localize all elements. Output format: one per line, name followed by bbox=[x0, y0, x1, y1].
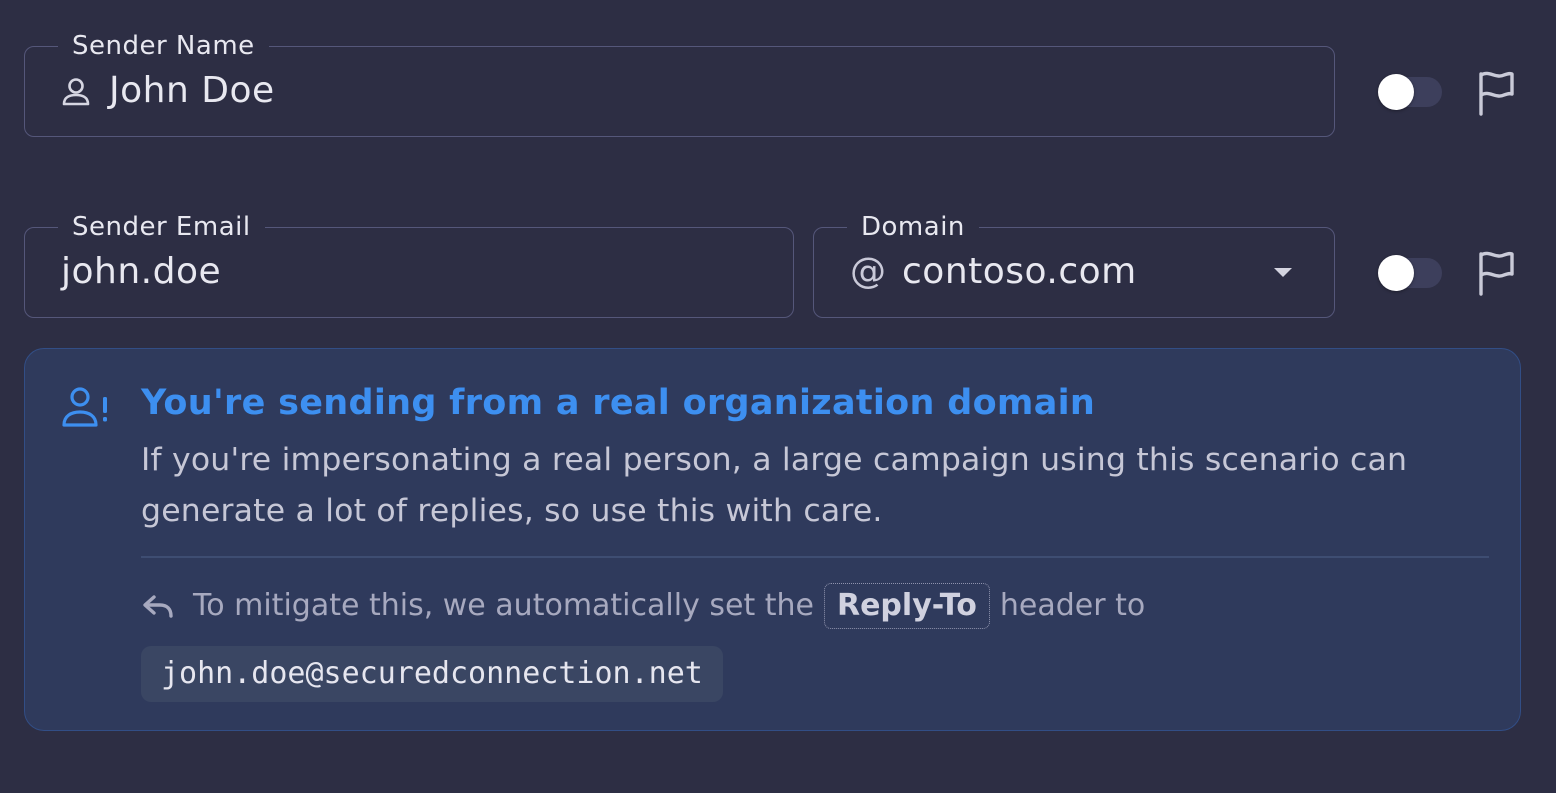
toggle-knob bbox=[1378, 255, 1414, 291]
reply-to-notice: To mitigate this, we automatically set t… bbox=[141, 581, 1145, 631]
domain-label: Domain bbox=[847, 211, 979, 243]
reply-prefix-text: To mitigate this, we automatically set t… bbox=[193, 588, 814, 623]
domain-value: contoso.com bbox=[902, 251, 1137, 292]
person-warning-icon bbox=[62, 387, 107, 427]
sender-settings-panel: Sender Name John Doe Sender Email john.d… bbox=[0, 0, 1556, 793]
reply-to-email: john.doe@securedconnection.net bbox=[141, 646, 723, 702]
flag-icon[interactable] bbox=[1476, 70, 1516, 116]
sender-email-label: Sender Email bbox=[58, 211, 265, 243]
reply-suffix-text: header to bbox=[999, 588, 1146, 623]
chevron-down-icon[interactable] bbox=[1274, 268, 1292, 277]
domain-warning-alert: You're sending from a real organization … bbox=[24, 348, 1521, 731]
sender-name-toggle[interactable] bbox=[1374, 71, 1442, 113]
alert-title: You're sending from a real organization … bbox=[141, 383, 1096, 423]
toggle-knob bbox=[1378, 74, 1414, 110]
sender-name-field[interactable]: Sender Name John Doe bbox=[24, 30, 1335, 137]
sender-name-input[interactable]: John Doe bbox=[109, 69, 275, 113]
sender-email-field[interactable]: Sender Email john.doe bbox=[24, 211, 794, 318]
person-icon bbox=[62, 78, 90, 106]
alert-divider bbox=[141, 556, 1489, 558]
flag-icon[interactable] bbox=[1476, 250, 1516, 296]
domain-select[interactable]: Domain @ contoso.com bbox=[813, 211, 1335, 318]
reply-to-code: Reply-To bbox=[823, 583, 990, 629]
alert-body: If you're impersonating a real person, a… bbox=[141, 442, 1408, 529]
at-symbol: @ bbox=[850, 251, 886, 292]
sender-email-toggle[interactable] bbox=[1374, 252, 1442, 294]
sender-email-input[interactable]: john.doe bbox=[61, 250, 221, 294]
sender-name-label: Sender Name bbox=[58, 30, 269, 62]
reply-icon bbox=[143, 595, 173, 618]
